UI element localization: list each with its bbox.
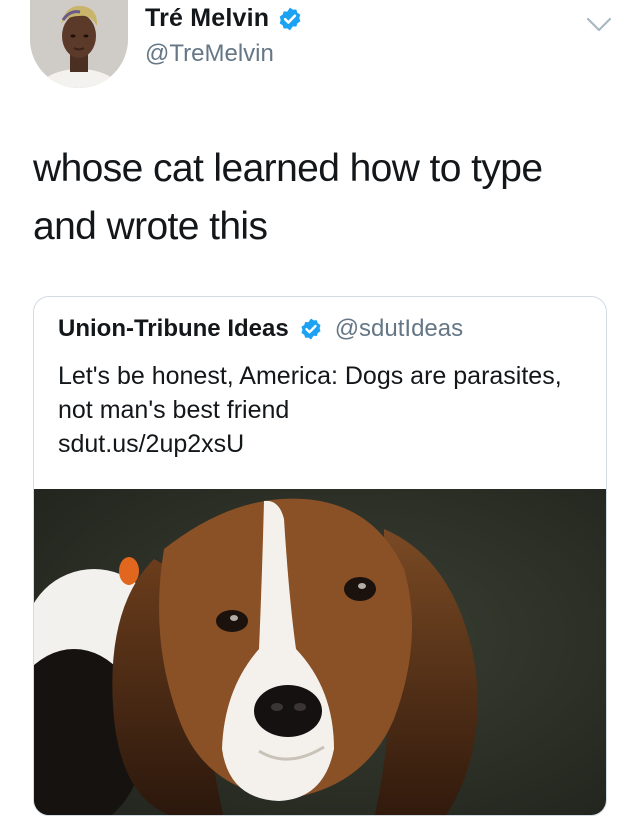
- quoted-tweet-image[interactable]: [34, 489, 606, 815]
- verified-badge-icon: [279, 7, 301, 30]
- tweet-text: whose cat learned how to type and wrote …: [33, 147, 543, 248]
- author-avatar[interactable]: [30, 0, 128, 88]
- author-name-row[interactable]: Tré Melvin: [145, 4, 303, 33]
- quoted-tweet-header: Union-Tribune Ideas @sdutIdeas: [58, 315, 463, 343]
- quoted-tweet-text: Let's be honest, America: Dogs are paras…: [58, 362, 562, 458]
- chevron-down-icon[interactable]: [586, 16, 612, 34]
- verified-badge-icon: [301, 318, 321, 340]
- quoted-author-name: Union-Tribune Ideas: [58, 315, 289, 342]
- quoted-tweet-card[interactable]: Union-Tribune Ideas @sdutIdeas Let's be …: [33, 296, 607, 816]
- author-display-name[interactable]: Tré Melvin: [145, 4, 269, 33]
- quoted-author-handle: @sdutIdeas: [334, 315, 464, 342]
- author-handle[interactable]: @TreMelvin: [145, 40, 274, 68]
